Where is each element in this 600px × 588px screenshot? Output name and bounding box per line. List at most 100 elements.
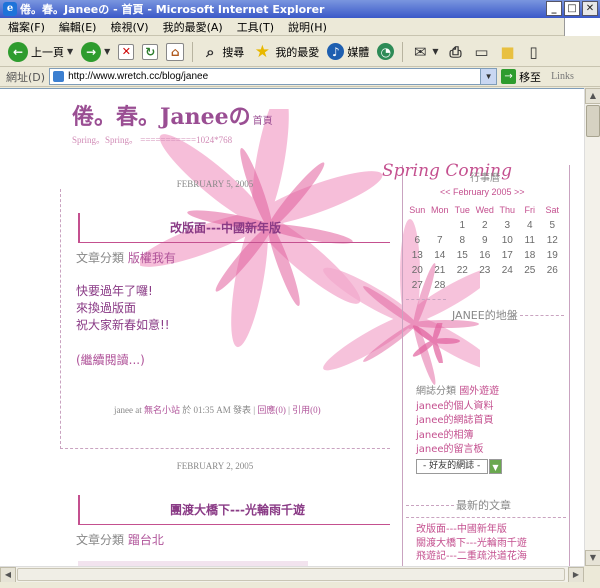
history-button[interactable]: ◔ [375,40,396,64]
calendar-day[interactable]: 9 [474,235,497,250]
recent-post-link[interactable]: 改版面---中國新年版 [416,523,527,537]
address-input[interactable]: http://www.wretch.cc/blog/janee ▼ [49,68,498,85]
post-category: 文章分類 版權我有 [76,249,176,266]
post-at: at [135,405,142,415]
calendar-day[interactable]: 6 [406,235,429,250]
post-category: 文章分類 蹓台北 [76,531,164,548]
mini-flower-decoration [412,323,460,363]
refresh-button[interactable]: ↻ [140,40,160,64]
calendar-day[interactable]: 1 [451,220,474,235]
sidebar-link-profile[interactable]: janee的個人資料 [416,400,499,415]
menu-view[interactable]: 檢視(V) [110,19,148,35]
calendar-day[interactable]: 26 [541,265,564,280]
scroll-down-icon[interactable]: ▼ [585,550,600,566]
search-label: 搜尋 [222,45,245,59]
recent-post-link[interactable]: 飛遊記---二重疏洪道花海 [416,550,527,564]
calendar-day[interactable]: 5 [541,220,564,235]
print-button[interactable]: ⎙ [444,40,466,64]
home-button[interactable]: ⌂ [164,40,186,64]
calendar-day[interactable]: 19 [541,250,564,265]
category-link[interactable]: 版權我有 [128,251,176,265]
calendar-day[interactable]: 13 [406,250,429,265]
go-arrow-icon: → [501,69,517,84]
menu-favorites[interactable]: 我的最愛(A) [163,19,223,35]
media-icon: ♪ [327,43,345,60]
calendar-day[interactable]: 21 [429,265,452,280]
chevron-down-icon[interactable]: ▼ [480,69,497,84]
calendar-day[interactable]: 14 [429,250,452,265]
calendar-day[interactable]: 8 [451,235,474,250]
window-titlebar[interactable]: e 倦。春。Janeeの - 首頁 - Microsoft Internet E… [0,0,600,18]
read-more-link[interactable]: (繼續閱讀...) [76,351,145,368]
calendar-day[interactable]: 16 [474,250,497,265]
category-link[interactable]: 蹓台北 [128,533,164,547]
calendar-week: 13 14 15 16 17 18 19 [406,250,566,265]
calendar-day[interactable]: 23 [474,265,497,280]
favorites-button[interactable]: ★ 我的最愛 [250,40,321,64]
menu-edit[interactable]: 編輯(E) [59,19,97,35]
recent-post-link[interactable]: 關渡大橋下---光輪雨千遊 [416,537,527,551]
calendar-day[interactable]: 28 [429,280,452,295]
menu-tools[interactable]: 工具(T) [237,19,274,35]
site-link[interactable]: 無名小站 [144,405,180,415]
calendar-day[interactable]: 22 [451,265,474,280]
sidebar-divider [406,299,446,300]
calendar-day[interactable]: 25 [519,265,542,280]
forward-button[interactable]: → ▼ [79,40,112,64]
calendar-day[interactable]: 20 [406,265,429,280]
calendar-day[interactable]: 15 [451,250,474,265]
calendar-day[interactable]: 2 [474,220,497,235]
calendar-day[interactable]: 7 [429,235,452,250]
maximize-button[interactable]: □ [564,1,580,16]
toolbar-separator [402,41,404,62]
go-button[interactable]: → 移至 [501,69,541,85]
scroll-left-icon[interactable]: ◀ [0,567,16,583]
calendar-day[interactable]: 4 [519,220,542,235]
trackback-link[interactable]: 引用(0) [292,405,321,415]
post-title[interactable]: 改版面---中國新年版 [170,219,281,236]
search-button[interactable]: ⌕ 搜尋 [199,40,246,64]
calendar-day[interactable]: 18 [519,250,542,265]
sidebar-link-category[interactable]: 網誌分類 國外遊遊 [416,385,499,400]
scroll-right-icon[interactable]: ▶ [568,567,584,583]
calendar-day[interactable]: 10 [496,235,519,250]
calendar-day[interactable]: 3 [496,220,519,235]
calendar-week: 27 28 [406,280,566,295]
calendar-month-nav[interactable]: << February 2005 >> [440,187,525,197]
sidebar-link-guestbook[interactable]: janee的留言板 [416,443,499,458]
media-button[interactable]: ♪ 媒體 [325,40,371,64]
back-arrow-icon: ← [8,41,28,62]
vertical-scrollbar[interactable]: ▲ ▼ [584,88,600,566]
calendar-day [474,280,497,295]
stop-button[interactable]: ✕ [116,40,136,64]
chevron-down-icon[interactable]: ▼ [489,459,502,474]
menu-help[interactable]: 說明(H) [288,19,327,35]
calendar-day[interactable]: 24 [496,265,519,280]
refresh-icon: ↻ [142,43,159,60]
comments-link[interactable]: 回應(0) [257,405,286,415]
address-label: 網址(D) [6,70,46,84]
sidebar-link-album[interactable]: janee的相簿 [416,429,499,444]
calendar-day[interactable]: 12 [541,235,564,250]
scroll-thumb[interactable] [586,105,600,137]
calendar-day[interactable]: 27 [406,280,429,295]
calendar-day[interactable]: 17 [496,250,519,265]
discuss-button[interactable]: ■ [496,40,518,64]
post-title[interactable]: 團渡大橋下---光輪雨千遊 [170,501,305,518]
home-link[interactable]: 首頁 [253,116,273,127]
scroll-up-icon[interactable]: ▲ [585,88,600,104]
calendar-day[interactable]: 11 [519,235,542,250]
links-button[interactable]: Links [551,71,574,82]
sidebar-link-blog-home[interactable]: janee的網誌首頁 [416,414,499,429]
back-button[interactable]: ← 上一頁 ▼ [6,40,75,64]
horizontal-scrollbar[interactable]: ◀ ▶ [0,566,584,583]
scroll-thumb[interactable] [17,568,565,581]
friends-blog-select[interactable]: - 好友的網誌 - [416,459,488,474]
minimize-button[interactable]: _ [546,1,562,16]
messenger-button[interactable]: ▯ [522,40,544,64]
menu-file[interactable]: 檔案(F) [8,19,45,35]
blog-title[interactable]: 倦。春。Janeeの 首頁 [72,99,273,131]
close-button[interactable]: ✕ [582,1,598,16]
mail-button[interactable]: ✉ ▼ [409,40,440,64]
edit-button[interactable]: ▭ [470,40,492,64]
